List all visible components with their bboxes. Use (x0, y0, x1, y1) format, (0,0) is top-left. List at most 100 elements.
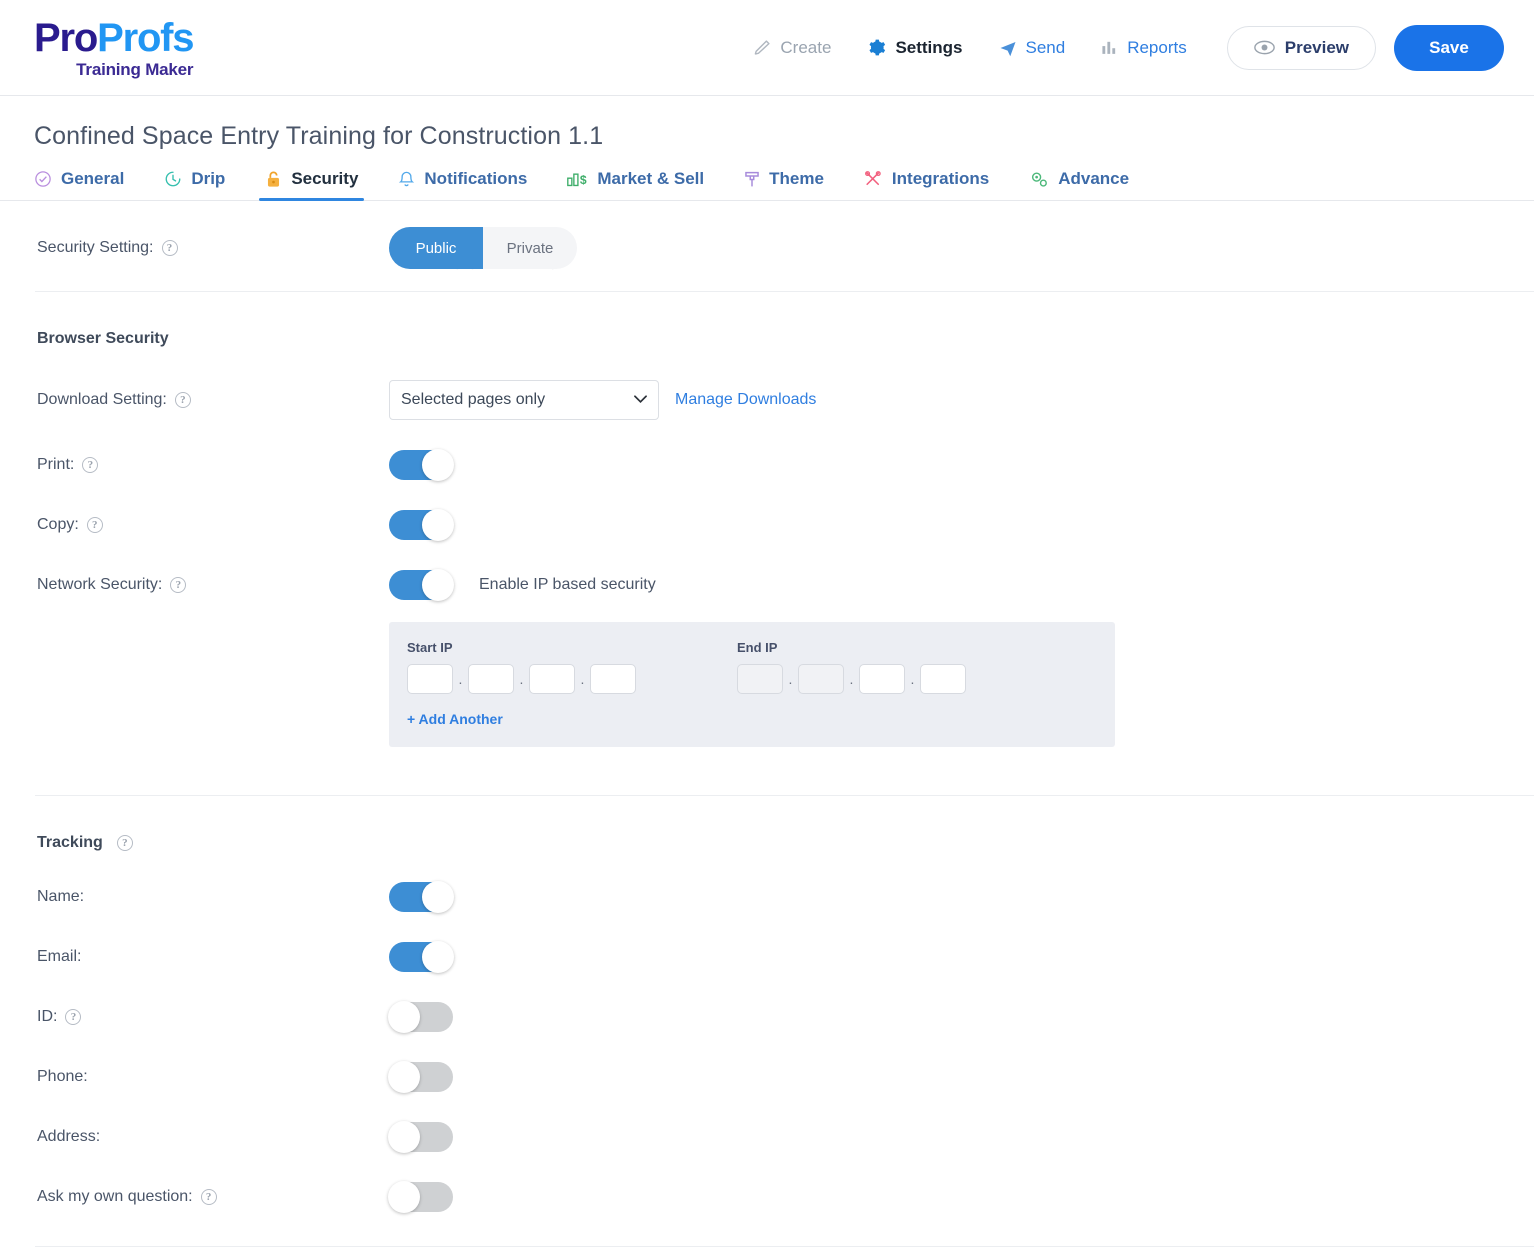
print-label-group: Print: ? (37, 456, 389, 474)
network-security-toggle[interactable] (389, 569, 454, 601)
download-setting-label-group: Download Setting: ? (37, 391, 389, 409)
toggle-knob (388, 1181, 420, 1213)
tab-advance-label: Advance (1058, 169, 1130, 188)
bar-chart-icon (1101, 39, 1118, 56)
manage-downloads-link[interactable]: Manage Downloads (675, 391, 816, 409)
tracking-address-toggle[interactable] (388, 1121, 453, 1153)
nav-send-label: Send (1025, 37, 1066, 57)
toggle-knob (422, 941, 454, 973)
tracking-id-help-icon[interactable]: ? (65, 1009, 82, 1025)
save-label: Save (1429, 37, 1469, 57)
tab-integrations[interactable]: Integrations (844, 169, 1009, 200)
settings-tabs: General Drip Security Notifications $ Ma… (0, 151, 1534, 201)
tab-notifications[interactable]: Notifications (378, 169, 547, 200)
start-ip-octet-4[interactable] (590, 664, 636, 694)
add-another-ip-link[interactable]: + Add Another (407, 711, 1115, 727)
tab-security[interactable]: Security (245, 169, 378, 201)
tab-security-label: Security (291, 169, 359, 188)
enable-ip-security-label: Enable IP based security (479, 576, 656, 593)
copy-label-group: Copy: ? (37, 516, 389, 534)
tab-general[interactable]: General (34, 169, 144, 200)
preview-button[interactable]: Preview (1226, 25, 1376, 70)
logo-subtitle: Training Maker (76, 59, 194, 79)
tracking-id-row: ID: ? (0, 972, 1534, 1033)
browser-security-heading: Browser Security (37, 330, 169, 347)
nav-reports[interactable]: Reports (1083, 38, 1205, 58)
check-circle-icon (34, 170, 52, 188)
print-help-icon[interactable]: ? (82, 457, 99, 473)
tab-theme-label: Theme (769, 169, 824, 188)
download-setting-control: Selected pages only Manage Downloads (389, 380, 816, 420)
tab-market-label: Market & Sell (597, 169, 705, 188)
toggle-knob (422, 881, 454, 913)
security-setting-row: Security Setting: ? (Open access) Public… (0, 201, 1534, 291)
tracking-own-question-help-icon[interactable]: ? (200, 1189, 217, 1205)
lock-icon (265, 170, 282, 189)
start-ip-title: Start IP (407, 640, 453, 655)
download-setting-help-icon[interactable]: ? (174, 392, 191, 408)
nav-create[interactable]: Create (736, 38, 849, 58)
end-ip-octet-4[interactable] (920, 664, 966, 694)
logo-profs-text: Profs (97, 15, 194, 60)
network-security-row: Network Security: ? Enable IP based secu… (0, 540, 1534, 601)
download-setting-select[interactable]: Selected pages only (389, 380, 659, 420)
tracking-address-label-group: Address: (37, 1128, 389, 1146)
tracking-name-toggle[interactable] (389, 881, 454, 913)
security-setting-label-group: Security Setting: ? (37, 239, 389, 257)
start-ip-octet-1[interactable] (407, 664, 453, 694)
tracking-id-toggle[interactable] (388, 1001, 453, 1033)
start-ip-octet-2[interactable] (468, 664, 514, 694)
tracking-email-toggle[interactable] (389, 941, 454, 973)
download-setting-value: Selected pages only (401, 391, 546, 408)
proprofs-logo[interactable]: ProProfs Training Maker (34, 15, 195, 79)
nav-settings-label: Settings (895, 37, 963, 57)
nav-settings[interactable]: Settings (849, 38, 980, 58)
copy-toggle[interactable] (389, 509, 454, 541)
tracking-id-label-group: ID: ? (37, 1008, 389, 1026)
tab-advance[interactable]: Advance (1009, 169, 1149, 200)
tab-drip-label: Drip (191, 169, 226, 188)
eye-icon (1253, 40, 1275, 55)
end-ip-octet-2[interactable] (798, 664, 844, 694)
segment-private[interactable]: Private (483, 227, 577, 269)
tab-theme[interactable]: Theme (724, 169, 844, 200)
tracking-help-icon[interactable]: ? (116, 835, 133, 851)
tracking-phone-toggle[interactable] (388, 1061, 453, 1093)
tracking-own-question-toggle[interactable] (388, 1181, 453, 1213)
tracking-name-label: Name: (37, 888, 85, 905)
end-ip-octet-3[interactable] (859, 664, 905, 694)
preview-label: Preview (1284, 37, 1349, 57)
brush-icon (744, 170, 760, 189)
copy-help-icon[interactable]: ? (86, 517, 103, 533)
save-button[interactable]: Save (1394, 24, 1504, 71)
toggle-knob (388, 1121, 420, 1153)
print-toggle[interactable] (389, 449, 454, 481)
toggle-knob (422, 509, 454, 541)
tracking-address-label: Address: (37, 1128, 101, 1145)
tracking-email-row: Email: (0, 912, 1534, 973)
end-ip-octet-1[interactable] (737, 664, 783, 694)
tab-market-and-sell[interactable]: $ Market & Sell (547, 169, 724, 200)
ip-dot: . (519, 671, 524, 687)
nav-reports-label: Reports (1127, 37, 1187, 57)
tracking-own-question-label-group: Ask my own question: ? (37, 1188, 389, 1206)
tracking-name-label-group: Name: (37, 888, 389, 906)
tab-drip[interactable]: Drip (144, 169, 245, 200)
download-setting-row: Download Setting: ? Selected pages only … (0, 348, 1534, 420)
ip-dot: . (910, 671, 915, 687)
security-setting-label: Security Setting: (37, 239, 154, 256)
network-security-label-group: Network Security: ? (37, 576, 389, 594)
start-ip-octet-3[interactable] (529, 664, 575, 694)
paper-plane-icon (999, 39, 1017, 57)
tracking-phone-row: Phone: (0, 1032, 1534, 1093)
tracking-heading-row: Tracking ? (0, 796, 1534, 852)
tracking-email-label-group: Email: (37, 948, 389, 966)
bell-icon (398, 170, 415, 189)
download-setting-label: Download Setting: (37, 391, 167, 408)
start-ip-group: Start IP . . . (407, 640, 737, 694)
network-security-label: Network Security: (37, 576, 163, 593)
security-setting-help-icon[interactable]: ? (161, 240, 178, 256)
nav-send[interactable]: Send (981, 38, 1084, 58)
network-security-help-icon[interactable]: ? (170, 577, 187, 593)
segment-public[interactable]: Public (389, 227, 483, 269)
